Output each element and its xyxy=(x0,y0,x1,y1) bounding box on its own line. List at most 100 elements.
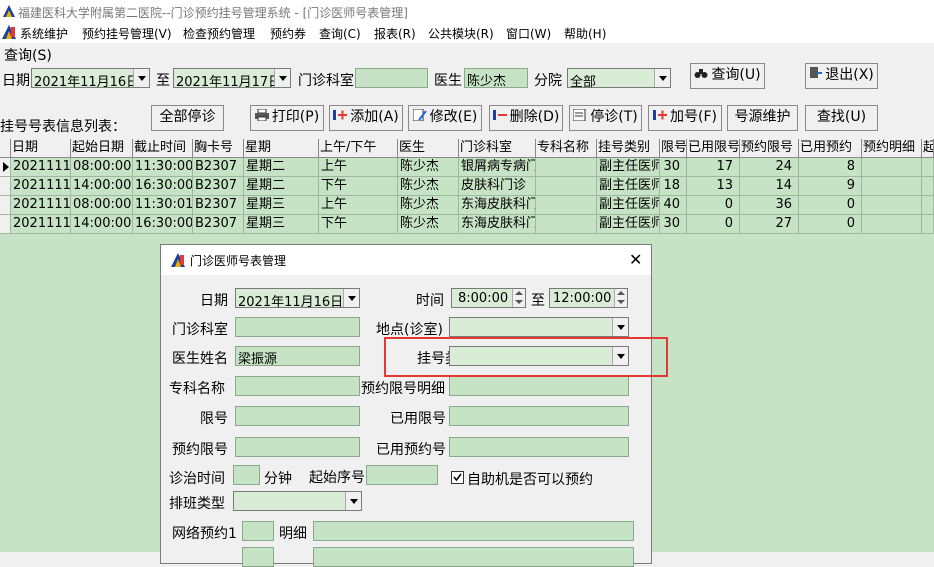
schedule-type-select[interactable] xyxy=(233,491,362,511)
table-cell[interactable]: 16:30:00 xyxy=(133,177,193,196)
column-header[interactable]: 上午/下午 xyxy=(319,139,398,158)
menu-voucher[interactable]: 预约券 xyxy=(270,25,306,42)
table-cell[interactable]: 27 xyxy=(740,215,799,234)
table-cell[interactable]: 16:30:00 xyxy=(133,215,193,234)
table-cell[interactable]: 8 xyxy=(799,158,862,177)
self-service-checkbox[interactable] xyxy=(451,471,464,484)
table-cell[interactable]: 14 xyxy=(740,177,799,196)
table-cell[interactable]: 上午 xyxy=(319,196,398,215)
date-to-picker[interactable]: 2021年11月17日 xyxy=(173,68,291,90)
branch-select[interactable]: 全部 xyxy=(567,68,671,90)
menu-query[interactable]: 查询(C) xyxy=(319,25,361,42)
table-cell[interactable]: 20211117 xyxy=(11,196,71,215)
column-header[interactable]: 起 xyxy=(922,139,934,158)
stop-button[interactable]: 停诊(T) xyxy=(569,105,642,131)
table-cell[interactable]: 下午 xyxy=(319,215,398,234)
table-cell[interactable]: 副主任医师 xyxy=(597,158,660,177)
table-cell[interactable]: 36 xyxy=(740,196,799,215)
delete-button[interactable]: 删除(D) xyxy=(489,105,563,131)
net-booking-input[interactable] xyxy=(242,521,274,541)
limit-input[interactable] xyxy=(235,406,360,426)
menu-booking[interactable]: 预约挂号管理(V) xyxy=(82,25,172,42)
column-header[interactable]: 已用预约 xyxy=(799,139,862,158)
column-header[interactable]: 预约限号 xyxy=(740,139,799,158)
detail-input[interactable] xyxy=(313,521,634,541)
column-header[interactable]: 预约明细 xyxy=(862,139,922,158)
table-cell[interactable]: 24 xyxy=(740,158,799,177)
table-cell[interactable]: 副主任医师 xyxy=(597,177,660,196)
menu-system[interactable]: 系统维护 xyxy=(20,25,68,42)
column-header[interactable]: 星期 xyxy=(244,139,319,158)
add-number-button[interactable]: 加号(F) xyxy=(648,105,722,131)
chevron-down-icon[interactable] xyxy=(345,492,361,510)
column-header[interactable]: 专科名称 xyxy=(536,139,597,158)
table-cell[interactable]: 陈少杰 xyxy=(398,158,459,177)
column-header[interactable]: 日期 xyxy=(11,139,71,158)
time-to-spinner[interactable]: 12:00:00 xyxy=(549,288,628,308)
table-cell[interactable]: 0 xyxy=(799,196,862,215)
table-cell[interactable]: 下午 xyxy=(319,177,398,196)
column-header[interactable]: 起始日期 xyxy=(71,139,133,158)
date-from-picker[interactable]: 2021年11月16日 xyxy=(31,68,150,90)
table-cell[interactable]: 08:00:00 xyxy=(71,196,133,215)
table-cell[interactable]: B2307 xyxy=(193,196,244,215)
net-booking-2-input[interactable] xyxy=(242,547,274,567)
table-cell[interactable]: 14:00:00 xyxy=(71,177,133,196)
table-cell[interactable]: B2307 xyxy=(193,158,244,177)
table-cell[interactable]: 9 xyxy=(799,177,862,196)
source-maintain-button[interactable]: 号源维护 xyxy=(727,105,798,131)
chevron-down-icon[interactable] xyxy=(612,318,628,336)
search-button[interactable]: 查询(U) xyxy=(690,63,765,89)
column-header[interactable]: 已用限号 xyxy=(687,139,740,158)
table-cell[interactable] xyxy=(922,196,934,215)
table-cell[interactable]: 皮肤科门诊 xyxy=(459,177,536,196)
menu-exam-booking[interactable]: 检查预约管理 xyxy=(183,25,255,42)
table-cell[interactable]: B2307 xyxy=(193,177,244,196)
table-cell[interactable]: 0 xyxy=(799,215,862,234)
table-cell[interactable]: B2307 xyxy=(193,215,244,234)
table-cell[interactable] xyxy=(862,158,922,177)
exit-button[interactable]: 退出(X) xyxy=(805,63,878,89)
table-cell[interactable]: 陈少杰 xyxy=(398,215,459,234)
table-cell[interactable]: 17 xyxy=(687,158,740,177)
table-cell[interactable] xyxy=(862,177,922,196)
table-cell[interactable]: 星期三 xyxy=(244,196,319,215)
column-header[interactable]: 截止时间 xyxy=(133,139,193,158)
table-cell[interactable]: 08:00:00 xyxy=(71,158,133,177)
table-cell[interactable]: 银屑病专病门 xyxy=(459,158,536,177)
table-cell[interactable]: 副主任医师 xyxy=(597,215,660,234)
table-cell[interactable] xyxy=(922,158,934,177)
row-indicator[interactable] xyxy=(0,177,11,196)
table-cell[interactable] xyxy=(536,196,597,215)
table-cell[interactable]: 13 xyxy=(687,177,740,196)
edit-button[interactable]: 修改(E) xyxy=(408,105,482,131)
table-cell[interactable]: 上午 xyxy=(319,158,398,177)
chevron-down-icon[interactable] xyxy=(274,69,290,87)
table-cell[interactable] xyxy=(862,196,922,215)
print-button[interactable]: 打印(P) xyxy=(250,105,324,131)
time-from-spinner[interactable]: 8:00:00 xyxy=(451,288,526,308)
add-button[interactable]: 添加(A) xyxy=(329,105,403,131)
menu-window[interactable]: 窗口(W) xyxy=(506,25,551,42)
table-cell[interactable]: 东海皮肤科门 xyxy=(459,196,536,215)
detail-2-input[interactable] xyxy=(313,547,634,567)
row-indicator[interactable] xyxy=(0,196,11,215)
spinner-arrows-icon[interactable] xyxy=(614,289,627,307)
column-header[interactable]: 医生 xyxy=(398,139,459,158)
find-button[interactable]: 查找(U) xyxy=(805,105,878,131)
table-cell[interactable] xyxy=(862,215,922,234)
consult-time-input[interactable] xyxy=(233,465,260,485)
table-cell[interactable]: 副主任医师 xyxy=(597,196,660,215)
table-cell[interactable] xyxy=(922,177,934,196)
specialty-input[interactable] xyxy=(235,376,360,396)
column-header[interactable]: 限号 xyxy=(660,139,687,158)
column-header[interactable]: 胸卡号 xyxy=(193,139,244,158)
table-cell[interactable]: 0 xyxy=(687,196,740,215)
booking-detail-input[interactable] xyxy=(449,376,629,396)
table-cell[interactable]: 0 xyxy=(687,215,740,234)
used-limit-input[interactable] xyxy=(449,406,629,426)
table-cell[interactable] xyxy=(536,158,597,177)
column-header[interactable]: 挂号类别 xyxy=(597,139,660,158)
table-cell[interactable] xyxy=(536,215,597,234)
table-cell[interactable]: 陈少杰 xyxy=(398,177,459,196)
